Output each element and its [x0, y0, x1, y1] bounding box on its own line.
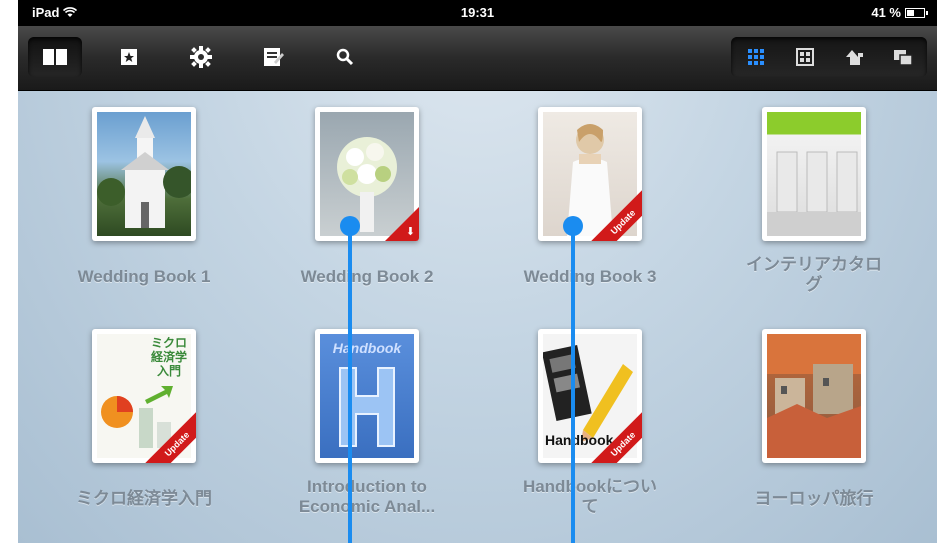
- book-item[interactable]: Handbook Update Handbookについて: [490, 329, 690, 517]
- bookmarks-button[interactable]: [102, 37, 156, 77]
- book-title-line: グ: [805, 275, 823, 294]
- book-title: インテリアカタログ: [714, 255, 914, 295]
- handbook-letter-image: [339, 367, 395, 447]
- book-item[interactable]: Update Wedding Book 3: [490, 107, 690, 287]
- app-frame: iPad 19:31 41 % Wedding Book 1 ⬇ Wedding…: [18, 0, 937, 543]
- town-image: [767, 334, 861, 458]
- touch-trail-right: [571, 228, 575, 543]
- share-icon: [893, 50, 913, 66]
- view-mode-segment: [731, 37, 927, 77]
- list-view-icon: [795, 48, 814, 66]
- notes-button[interactable]: [246, 37, 300, 77]
- book-item[interactable]: ヨーロッパ旅行: [714, 329, 914, 509]
- battery-indicator: 41 %: [871, 5, 928, 20]
- clock: 19:31: [460, 5, 495, 20]
- notes-icon: [264, 48, 284, 66]
- battery-icon: [905, 7, 928, 18]
- book-item[interactable]: ⬇ Wedding Book 2: [267, 107, 467, 287]
- book-title: ミクロ経済学入門: [76, 489, 212, 508]
- book-cover[interactable]: Update: [538, 107, 642, 241]
- share-button[interactable]: [878, 37, 927, 77]
- grid-view-icon: [747, 49, 764, 65]
- book-title-line: インテリアカタロ: [746, 255, 882, 274]
- book-title: Introduction to Economic Anal...: [267, 477, 467, 517]
- book-item[interactable]: ミクロ 経済学 入門 Update ミクロ経済学入門: [44, 329, 244, 509]
- gear-icon: [190, 46, 212, 68]
- book-cover[interactable]: ミクロ 経済学 入門 Update: [92, 329, 196, 463]
- book-title: Wedding Book 3: [523, 267, 657, 286]
- interior-image: [767, 151, 861, 236]
- book-cover[interactable]: Handbook Update: [538, 329, 642, 463]
- book-title: Handbookについて: [490, 477, 690, 517]
- book-title-line: て: [581, 497, 599, 516]
- status-bar: iPad 19:31 41 %: [18, 0, 937, 26]
- list-view-button[interactable]: [780, 37, 829, 77]
- store-icon: [845, 50, 863, 65]
- touch-trail-left: [348, 228, 352, 543]
- book-cover[interactable]: [762, 107, 866, 241]
- download-icon: ⬇: [405, 226, 415, 238]
- book-cover[interactable]: [92, 107, 196, 241]
- book-cover[interactable]: [762, 329, 866, 463]
- toolbar: [18, 26, 937, 91]
- book-title: Wedding Book 2: [300, 267, 434, 286]
- book-title: ヨーロッパ旅行: [754, 489, 874, 508]
- cover-text: Handbook: [545, 432, 614, 448]
- store-button[interactable]: [829, 37, 878, 77]
- grid-view-button[interactable]: [731, 37, 780, 77]
- book-title: Wedding Book 1: [77, 267, 211, 286]
- book-title-line: Economic Anal...: [298, 497, 436, 516]
- search-icon: [336, 48, 354, 66]
- search-button[interactable]: [318, 37, 372, 77]
- church-image: [97, 116, 191, 228]
- book-title-line: Introduction to: [307, 477, 427, 496]
- library-button[interactable]: [28, 37, 82, 77]
- book-cover[interactable]: Handbook: [315, 329, 419, 463]
- settings-button[interactable]: [174, 37, 228, 77]
- book-cover[interactable]: ⬇: [315, 107, 419, 241]
- book-item[interactable]: Wedding Book 1: [44, 107, 244, 287]
- book-open-icon: [43, 49, 67, 65]
- book-item[interactable]: インテリアカタログ: [714, 107, 914, 295]
- bookmark-star-icon: [121, 49, 137, 65]
- book-title-line: Handbookについ: [522, 477, 658, 496]
- book-item[interactable]: Handbook Introduction to Economic Anal...: [267, 329, 467, 517]
